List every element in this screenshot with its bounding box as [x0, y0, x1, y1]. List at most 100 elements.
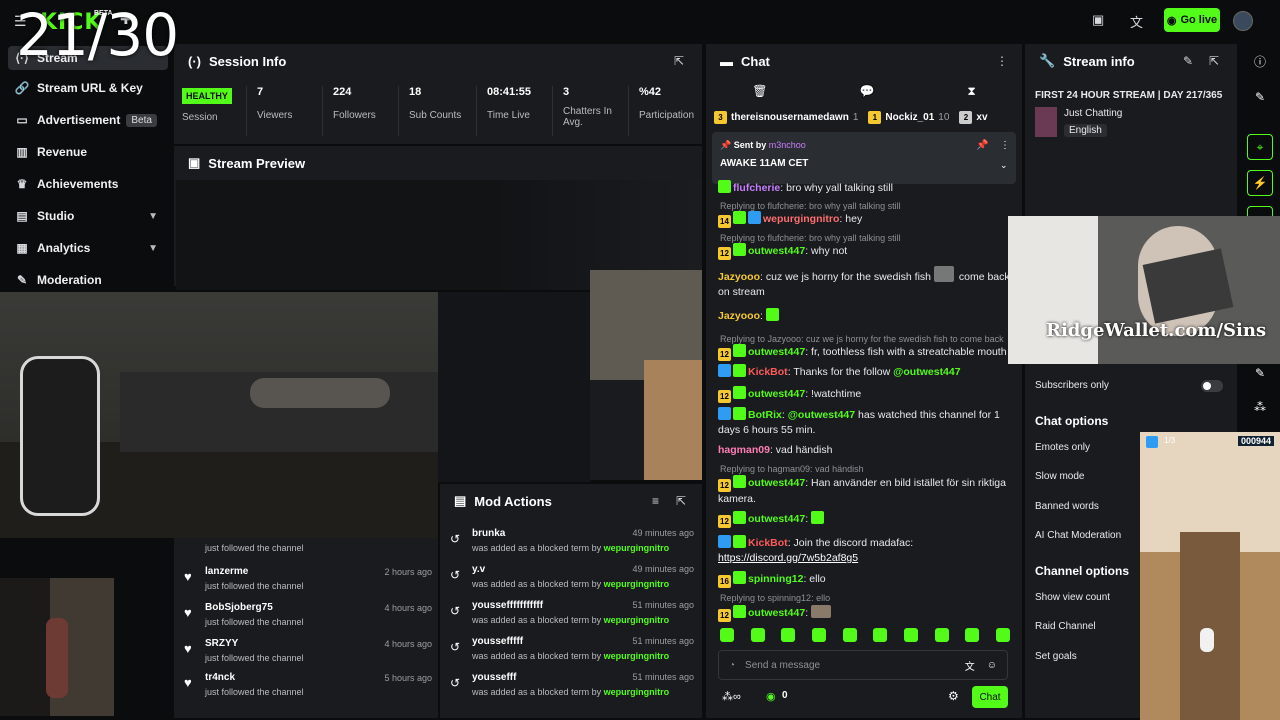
heart-icon: ♥: [184, 605, 192, 620]
chat-option-slow-mode[interactable]: Slow mode: [1035, 471, 1084, 482]
chat-option-emotes-only[interactable]: Emotes only: [1035, 442, 1090, 453]
sidebar-item-analytics[interactable]: ▦ Analytics ▼: [14, 236, 164, 260]
chat-message[interactable]: 12 outwest447: why not: [718, 243, 1014, 260]
filter-icon[interactable]: ≡: [652, 494, 659, 508]
chat-username[interactable]: hagman09: [718, 444, 770, 456]
chat-message[interactable]: Jazyooo: cuz we js horny for the swedish…: [718, 266, 1014, 300]
translate-icon[interactable]: ⽂: [1130, 12, 1143, 31]
trash-icon[interactable]: 🗑: [752, 84, 767, 98]
chat-message[interactable]: Jazyooo:: [718, 308, 1014, 324]
chat-username[interactable]: KickBot: [748, 366, 788, 378]
chat-bubble-icon[interactable]: 💬: [860, 84, 875, 98]
emote-button[interactable]: [842, 628, 857, 642]
chat-username[interactable]: Jazyooo: [718, 271, 760, 283]
emote-button[interactable]: [811, 628, 826, 642]
channel-option-raid[interactable]: Raid Channel: [1035, 621, 1096, 632]
pencil-icon[interactable]: ✎: [1247, 84, 1273, 110]
chat-username[interactable]: spinning12: [748, 573, 803, 585]
sidebar-item-studio[interactable]: ▤ Studio ▼: [14, 204, 164, 228]
group-icon[interactable]: ⁂: [1247, 394, 1273, 420]
chat-username[interactable]: KickBot: [748, 537, 788, 549]
emote-button[interactable]: [995, 628, 1010, 642]
gear-icon[interactable]: ⚙: [948, 689, 959, 703]
channel-option-view-count[interactable]: Show view count: [1035, 592, 1110, 603]
chat-message[interactable]: 12 outwest447: Han använder en bild istäl…: [718, 475, 1014, 507]
chat-message[interactable]: 14 wepurgingnitro: hey: [718, 211, 1014, 228]
chat-username[interactable]: outwest447: [748, 388, 805, 400]
stream-category[interactable]: Just Chatting: [1064, 108, 1122, 119]
chat-username[interactable]: outwest447: [748, 245, 805, 257]
sidebar-item-revenue[interactable]: ▥ Revenue: [14, 140, 164, 164]
emote-button[interactable]: [781, 628, 796, 642]
gifter-name[interactable]: thereisnousernamedawn: [731, 112, 849, 123]
discord-link[interactable]: https://discord.gg/7w5b2af8g5: [718, 552, 858, 564]
chat-username[interactable]: outwest447: [748, 513, 805, 525]
chat-username[interactable]: Jazyooo: [718, 310, 760, 322]
sidebar-item-achievements[interactable]: ♛ Achievements: [14, 172, 164, 196]
follower-name[interactable]: BobSjoberg75: [205, 602, 273, 613]
hourglass-icon[interactable]: ⧗: [967, 84, 975, 99]
chat-message[interactable]: 12 outwest447: fr, toothless fish with a …: [718, 344, 1014, 361]
sub-badge: 14: [718, 215, 731, 228]
chat-message[interactable]: hagman09: vad händish: [718, 443, 1014, 458]
info-icon[interactable]: ⓘ: [1247, 48, 1273, 74]
chat-option-ai-moderation[interactable]: AI Chat Moderation: [1035, 530, 1121, 541]
popout-icon[interactable]: ⇱: [1209, 54, 1219, 68]
more-options-icon[interactable]: ⋮: [996, 54, 1008, 68]
emote-button[interactable]: [934, 628, 949, 642]
chat-username[interactable]: BotRix: [748, 409, 782, 421]
gifter-name[interactable]: xv: [976, 112, 987, 123]
chat-username[interactable]: outwest447: [748, 346, 805, 358]
chat-username[interactable]: flufcherie: [733, 182, 780, 194]
chat-username[interactable]: outwest447: [748, 477, 805, 489]
follower-name[interactable]: tr4nck: [205, 672, 235, 683]
chat-message[interactable]: KickBot: Join the discord madafac: https…: [718, 535, 1014, 566]
follower-name[interactable]: SRZYY: [205, 638, 238, 649]
emote-button[interactable]: [873, 628, 888, 642]
popout-icon[interactable]: ⇱: [676, 494, 686, 508]
pause-icon[interactable]: [1146, 436, 1158, 448]
sidebar-item-moderation[interactable]: ✎ Moderation: [14, 268, 164, 292]
pinned-message[interactable]: 📌 Sent by m3nchoo AWAKE 11AM CET 📌 ⋮ ⌄: [712, 132, 1016, 184]
chat-message[interactable]: 12 outwest447:: [718, 605, 1014, 622]
chat-message[interactable]: 12 outwest447: !watchtime: [718, 386, 1014, 403]
emote-button[interactable]: [720, 628, 734, 642]
chat-message[interactable]: 12 outwest447:: [718, 511, 1014, 528]
gifter-name[interactable]: Nockiz_01: [885, 112, 934, 123]
chat-message[interactable]: KickBot: Thanks for the follow @outwest4…: [718, 364, 1014, 380]
chat-mention[interactable]: @outwest447: [788, 409, 855, 421]
emote-button[interactable]: [903, 628, 918, 642]
chat-username[interactable]: wepurgingnitro: [763, 213, 839, 225]
chat-option-banned-words[interactable]: Banned words: [1035, 501, 1099, 512]
chat-input[interactable]: ◔ Send a message ⽂ ☺: [718, 650, 1008, 680]
theater-mode-icon[interactable]: ▣: [1092, 12, 1104, 28]
more-options-icon[interactable]: ⋮: [1000, 140, 1010, 151]
chat-text: Thanks for the follow: [793, 366, 891, 378]
clip-icon[interactable]: ⌖: [1247, 134, 1273, 160]
chat-message[interactable]: 16 spinning12: ello: [718, 571, 1014, 588]
popout-icon[interactable]: ⇱: [674, 54, 684, 68]
chevron-down-icon[interactable]: ⌄: [1000, 160, 1008, 171]
category-thumbnail[interactable]: [1035, 107, 1057, 137]
emote-button[interactable]: [750, 628, 765, 642]
subscribers-only-toggle[interactable]: [1201, 380, 1223, 392]
sidebar-item-advertisement[interactable]: ▭ Advertisement Beta: [14, 108, 164, 132]
chat-message[interactable]: BotRix: @outwest447 has watched this cha…: [718, 407, 1014, 438]
go-live-button[interactable]: ◉ Go live: [1164, 8, 1220, 32]
pin-icon[interactable]: 📌: [976, 140, 988, 151]
channel-option-set-goals[interactable]: Set goals: [1035, 651, 1077, 662]
emote-button[interactable]: [965, 628, 980, 642]
chat-message[interactable]: flufcherie: bro why yall talking still: [718, 180, 1014, 196]
user-avatar[interactable]: [1233, 11, 1253, 31]
sidebar-item-stream-url[interactable]: 🔗 Stream URL & Key: [14, 76, 164, 100]
chat-username[interactable]: outwest447: [748, 607, 805, 619]
translate-icon[interactable]: ⽂: [965, 658, 975, 673]
lightning-icon[interactable]: ⚡: [1247, 170, 1273, 196]
send-chat-button[interactable]: Chat: [972, 686, 1008, 708]
emoji-icon[interactable]: ☺: [987, 660, 997, 671]
edit-icon[interactable]: ✎: [1183, 54, 1193, 68]
chat-mention[interactable]: @outwest447: [893, 366, 960, 378]
stat-label: Viewers: [257, 110, 293, 121]
follower-name[interactable]: lanzerme: [205, 566, 248, 577]
chatters-icon[interactable]: ⁂∞: [722, 690, 741, 703]
